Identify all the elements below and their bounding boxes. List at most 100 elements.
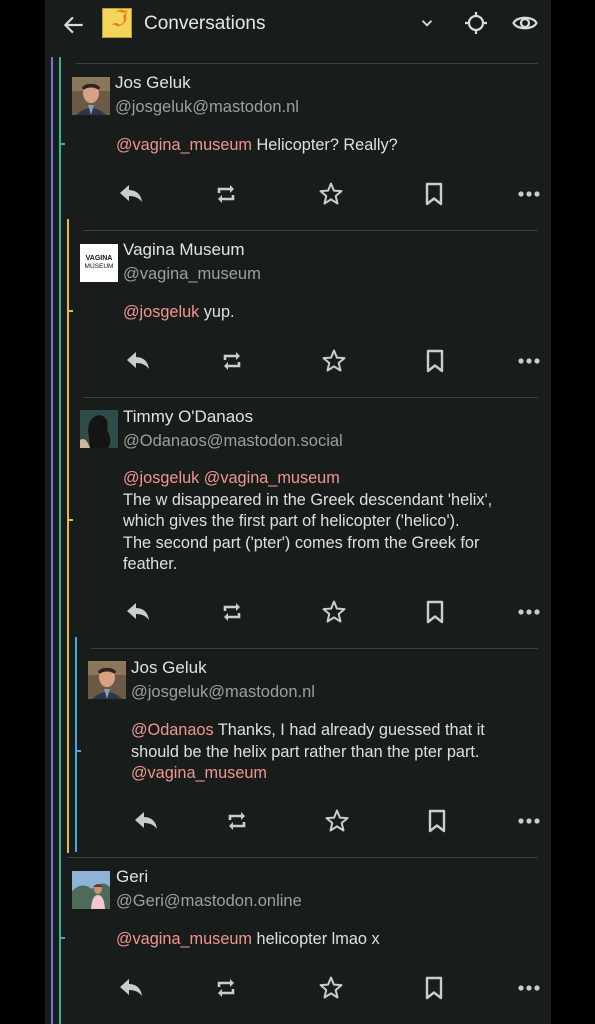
star-icon [320,347,348,375]
mention-link[interactable]: @vagina_museum [116,136,252,154]
more-options-button[interactable] [514,346,544,376]
locate-target-icon[interactable] [464,11,488,35]
more-options-button[interactable] [514,597,544,627]
mention-line: @josgeluk @vagina_museum [123,468,543,490]
author-name[interactable]: Jos Geluk [115,73,191,93]
more-icon [515,807,543,835]
bookmark-icon [421,598,449,626]
boost-icon [218,598,246,626]
bookmark-icon [421,347,449,375]
avatar[interactable] [88,661,126,699]
reply-button[interactable] [123,597,153,627]
mention-link[interactable]: @vagina_museum [204,469,340,487]
post-actions [123,597,548,627]
favourite-button[interactable] [319,346,349,376]
reply-button[interactable] [116,973,146,1003]
more-options-button[interactable] [514,973,544,1003]
favourite-button[interactable] [319,597,349,627]
mention-link[interactable]: @josgeluk [123,469,199,487]
app-logo: ℑ [102,7,132,38]
boost-button[interactable] [211,179,241,209]
post-divider [67,857,538,858]
post-content: @vagina_museum helicopter lmao x [116,930,380,948]
star-icon [320,598,348,626]
boost-button[interactable] [211,973,241,1003]
favourite-button[interactable] [316,179,346,209]
post-content: @Odanaos Thanks, I had already guessed t… [131,720,546,785]
post-divider [76,63,538,64]
author-handle[interactable]: @josgeluk@mastodon.nl [131,683,315,702]
thread-line-level-4 [75,637,77,852]
chevron-down-icon[interactable] [418,14,436,32]
avatar[interactable] [72,871,110,909]
text-line: feather. [123,555,178,573]
bookmark-button[interactable] [422,806,452,836]
author-handle[interactable]: @vagina_museum [123,265,261,284]
reply-button[interactable] [123,346,153,376]
text-line: should be the helix part rather than the… [131,742,480,761]
post-actions [116,973,546,1003]
avatar[interactable] [72,77,110,115]
text-line: The second part ('pter') comes from the … [123,533,480,552]
more-icon [515,180,543,208]
boost-button[interactable] [217,597,247,627]
author-name[interactable]: Geri [116,867,148,887]
star-icon [317,180,345,208]
mention-link[interactable]: @vagina_museum [116,930,252,948]
more-options-button[interactable] [514,179,544,209]
author-name[interactable]: Vagina Museum [123,240,245,260]
bookmark-icon [420,974,448,1002]
author-handle[interactable]: @Odanaos@mastodon.social [123,432,343,451]
bookmark-icon [423,807,451,835]
author-name[interactable]: Timmy O'Danaos [123,407,253,427]
post-content: @vagina_museum Helicopter? Really? [116,136,398,154]
thread-tick [67,310,73,312]
bookmark-button[interactable] [420,597,450,627]
post-content: @josgeluk @vagina_museum The w disappear… [123,468,543,576]
author-name[interactable]: Jos Geluk [131,658,207,678]
text-line: which gives the first part of helicopter… [123,512,460,530]
text-line: @vagina_museum [131,763,546,785]
text-line: @Odanaos Thanks, I had already guessed t… [131,721,485,739]
author-handle[interactable]: @Geri@mastodon.online [116,892,302,911]
favourite-button[interactable] [322,806,352,836]
more-icon [515,974,543,1002]
boost-icon [212,974,240,1002]
bookmark-button[interactable] [419,179,449,209]
thread-tick [59,937,65,939]
avatar[interactable]: VAGINA MUSEUM [80,244,118,282]
reply-button[interactable] [116,179,146,209]
thread-line-level-3 [67,219,69,853]
reply-icon [124,598,152,626]
post-divider [83,397,538,398]
back-arrow-icon[interactable] [61,12,87,38]
favourite-button[interactable] [316,973,346,1003]
bookmark-button[interactable] [420,346,450,376]
post-actions [123,346,548,376]
boost-button[interactable] [222,806,252,836]
page-title: Conversations [144,13,266,34]
post-actions [131,806,549,836]
star-icon [317,974,345,1002]
mention-link[interactable]: @Odanaos [131,721,214,739]
mention-link[interactable]: @vagina_museum [131,764,267,782]
post-content: @josgeluk yup. [123,303,235,321]
reply-button[interactable] [131,806,161,836]
top-app-bar: ℑ Conversations [45,0,551,52]
more-options-button[interactable] [514,806,544,836]
text-line: The w disappeared in the Greek descendan… [123,490,493,509]
boost-button[interactable] [217,346,247,376]
conversation-screen: ℑ Conversations Jos Geluk @josgeluk@mast… [45,0,551,1024]
more-icon [515,347,543,375]
boost-icon [218,347,246,375]
eye-icon[interactable] [512,12,538,34]
reply-icon [117,974,145,1002]
thread-line-level-1 [51,57,53,1024]
bookmark-button[interactable] [419,973,449,1003]
boost-icon [223,807,251,835]
star-icon [323,807,351,835]
author-handle[interactable]: @josgeluk@mastodon.nl [115,98,299,117]
avatar[interactable] [80,410,118,448]
mention-link[interactable]: @josgeluk [123,303,199,321]
bookmark-icon [420,180,448,208]
